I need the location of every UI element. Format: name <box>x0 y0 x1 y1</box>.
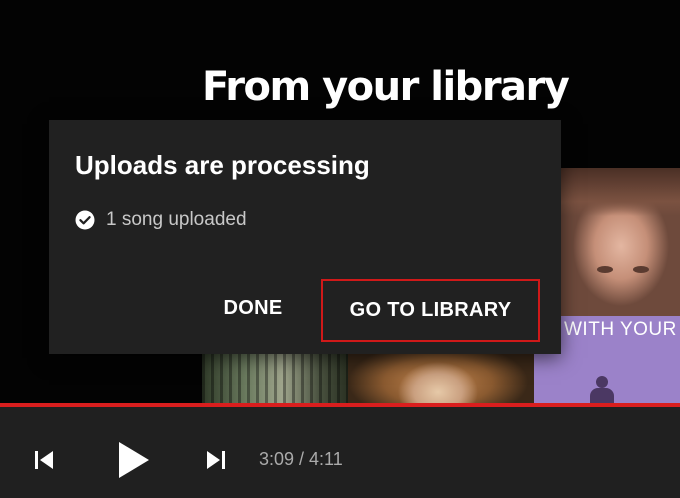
check-circle-icon <box>75 210 95 230</box>
go-to-library-button[interactable]: GO TO LIBRARY <box>321 279 540 342</box>
album-art-pattern <box>202 352 348 404</box>
album-art-curly-hair[interactable] <box>348 352 534 404</box>
upload-status-dialog: Uploads are processing 1 song uploaded D… <box>49 120 561 354</box>
album-art-eye <box>597 266 613 273</box>
done-button[interactable]: DONE <box>211 288 295 328</box>
section-title: From your library <box>202 64 570 110</box>
skip-next-icon[interactable] <box>205 450 227 470</box>
player-bar: 3:09 / 4:11 <box>0 407 680 498</box>
dialog-title: Uploads are processing <box>75 150 370 180</box>
album-art-figure-head <box>596 376 608 388</box>
album-art-portrait[interactable] <box>561 168 680 316</box>
album-art-hair <box>561 168 680 216</box>
upload-status-row: 1 song uploaded <box>75 208 247 232</box>
upload-status-text: 1 song uploaded <box>106 209 247 230</box>
album-art-figure-body <box>590 388 614 404</box>
album-art-eye <box>633 266 649 273</box>
play-icon[interactable] <box>116 440 152 480</box>
skip-previous-icon[interactable] <box>33 450 55 470</box>
album-art-dancer[interactable] <box>202 352 348 404</box>
music-app-view: From your library WITH YOUR Uploads are … <box>0 0 680 498</box>
album-art-text: WITH YOUR <box>564 319 677 340</box>
time-display: 3:09 / 4:11 <box>259 449 343 469</box>
